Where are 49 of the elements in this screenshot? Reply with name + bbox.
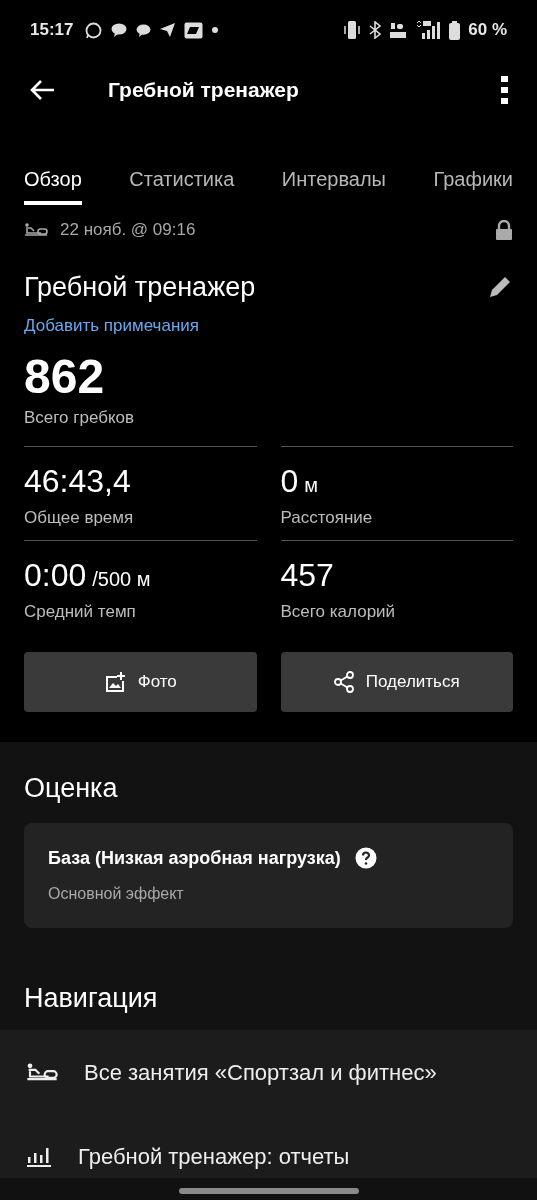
tab[interactable]: Графики [433,120,513,205]
battery-icon [449,20,461,40]
tab[interactable]: Статистика [129,120,235,205]
chat-icon [85,21,103,39]
add-photo-icon [103,671,126,693]
stat-label: Общее время [24,507,135,529]
vibrate-icon [343,20,362,40]
add-notes-link[interactable]: Добавить примечания [24,316,199,335]
evaluation-card[interactable]: База (Низкая аэробная нагрузка) Основной эффект [24,822,513,928]
status-time: 15:17 [30,19,74,42]
bluetooth-icon [369,21,382,39]
evaluation-subtitle: Основной эффект [48,883,185,904]
navigation-item[interactable]: Все занятия «Спортзал и фитнес» [0,1030,537,1114]
stat-value: 46:43,4 [24,462,131,501]
stat-unit: /500 м [92,567,151,592]
total-strokes-label: Всего гребков [24,406,136,429]
help-icon[interactable] [354,847,377,869]
bar-chart-icon[interactable] [26,1145,52,1167]
photo-button[interactable]: Фото [24,652,257,712]
activity-date: 22 нояб. @ 09:16 [60,219,196,241]
section-heading: Оценка [24,772,119,805]
tab[interactable]: Интервалы [281,120,386,205]
chat-icon [136,23,152,37]
more-menu-icon[interactable] [501,76,509,104]
lock-icon [495,219,513,240]
tab[interactable]: Обзор [24,120,82,205]
evaluation-title: База (Низкая аэробная нагрузка) [48,846,341,870]
total-strokes-value: 862 [24,352,106,401]
navigation-item[interactable]: Гребной тренажер: отчеты [0,1114,537,1198]
stat-value: 457 [280,556,334,595]
share-icon [333,671,354,693]
dot-icon [212,27,219,33]
battery-percent: 60 % [468,19,507,42]
stat-label: Расстояние [280,507,374,529]
chat-icon [111,23,128,37]
section-heading: Навигация [24,981,159,1015]
send-icon [160,23,176,37]
activity-title: Гребной тренажер [24,270,256,304]
stat-label: Средний темп [24,601,137,623]
rower-icon [24,222,48,237]
stat-value: 0:00 [24,556,87,595]
signal-icon [415,20,442,40]
app-bar-title: Гребной тренажер [108,77,299,104]
stat-value: 0 [280,462,299,501]
share-button[interactable]: Поделиться [280,652,513,712]
stat-unit: м [304,473,319,498]
rower-icon[interactable] [26,1062,58,1082]
app-icon [184,21,204,39]
stat-label: Всего калорий [280,601,397,623]
